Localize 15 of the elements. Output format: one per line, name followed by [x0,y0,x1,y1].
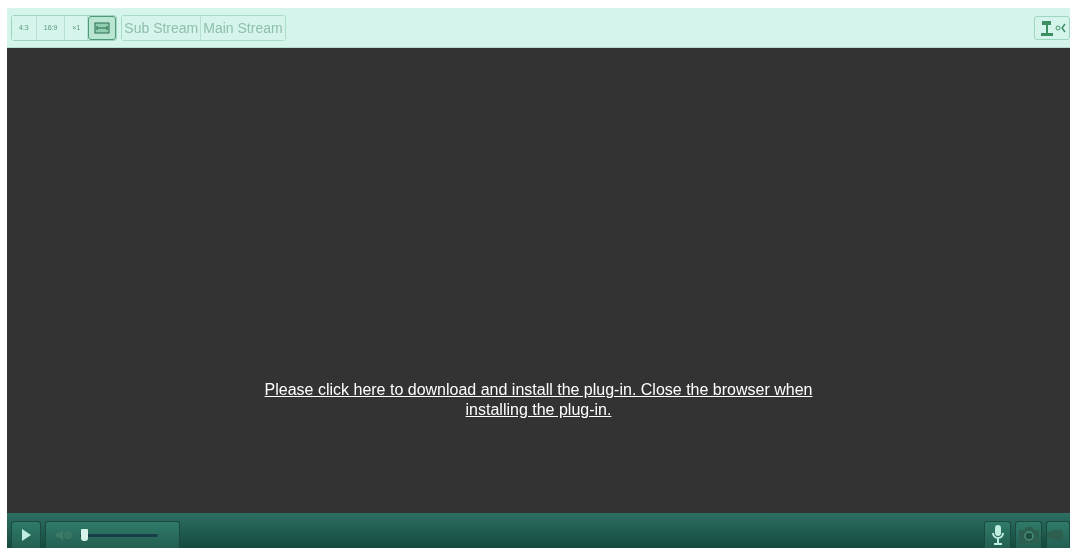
record-button[interactable] [1046,521,1070,548]
ptz-button[interactable] [1034,15,1070,40]
plugin-download-link[interactable]: installing the plug-in. [465,400,612,420]
play-button[interactable] [11,521,41,548]
microphone-button[interactable] [984,521,1011,548]
fit-window-icon [94,21,111,34]
camera-icon [1018,527,1039,543]
plugin-download-link[interactable]: Please click here to download and install the plug-in. Close the browser when [264,380,813,400]
microphone-icon [991,525,1004,545]
volume-thumb[interactable] [80,528,88,541]
stream-button[interactable]: Sub Stream [122,15,202,40]
fit-window-button[interactable] [88,15,117,40]
stream-button[interactable]: Main Stream [201,15,285,40]
video-camera-icon [1047,527,1065,543]
play-icon [21,529,31,541]
